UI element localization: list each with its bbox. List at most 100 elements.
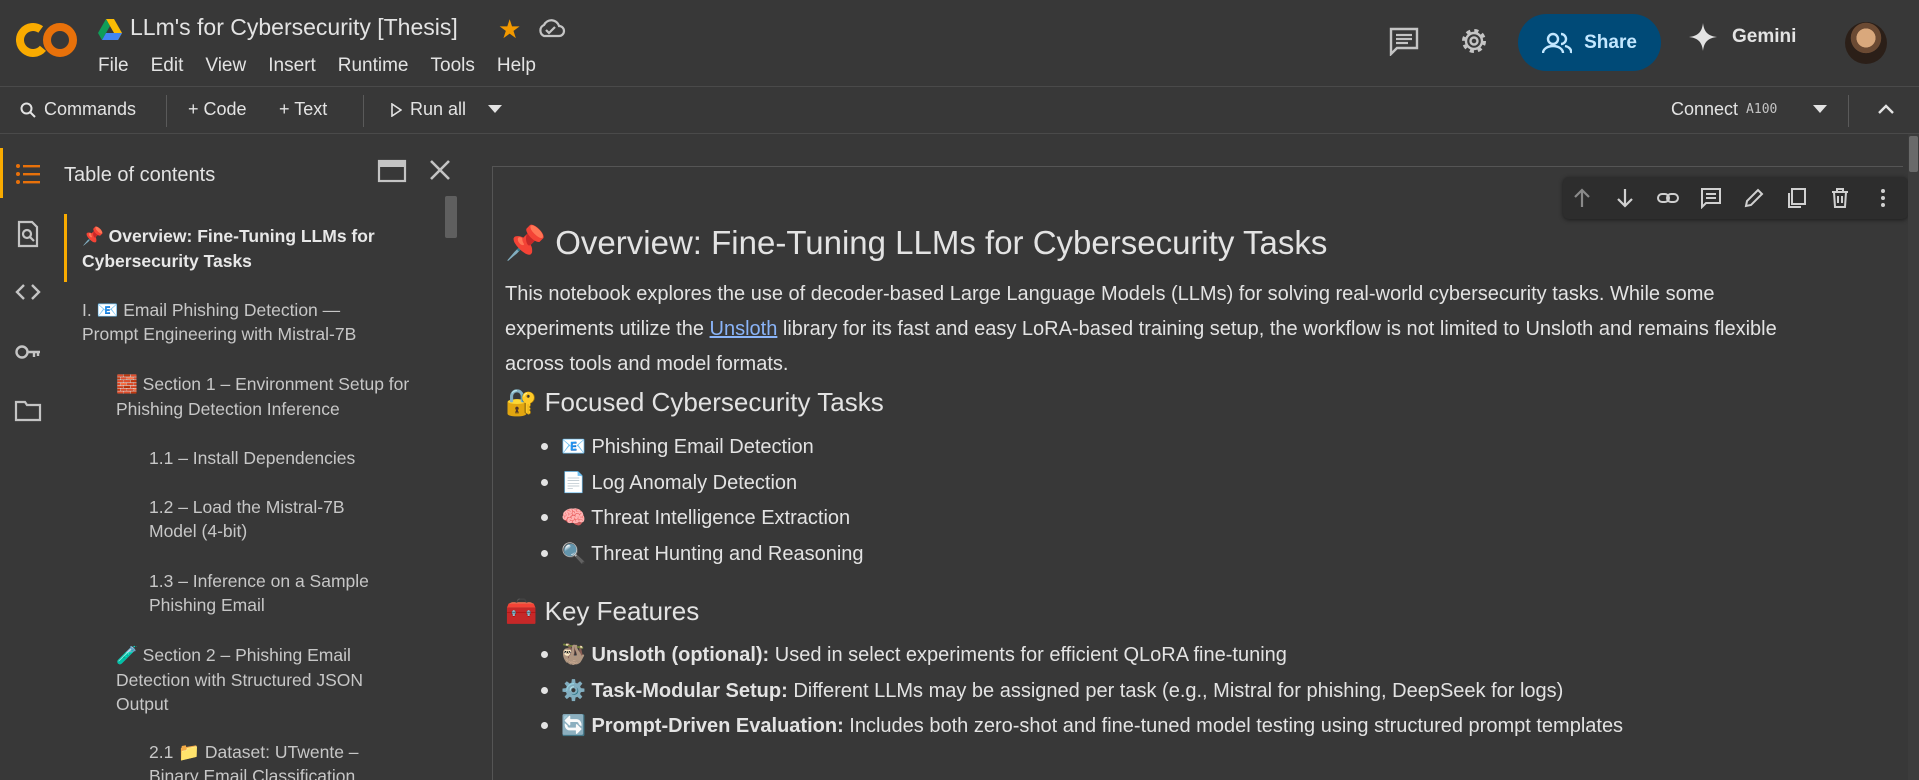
move-up-arrow-icon[interactable] xyxy=(1571,187,1593,209)
run-all-dropdown[interactable] xyxy=(488,105,502,114)
menu-edit[interactable]: Edit xyxy=(151,55,184,77)
collapse-header-button[interactable] xyxy=(1877,103,1895,115)
list-item: 📧 Phishing Email Detection xyxy=(541,429,864,465)
add-text-label: + Text xyxy=(279,99,328,119)
chevron-up-icon xyxy=(1878,104,1894,114)
menu-bar: File Edit View Insert Runtime Tools Help xyxy=(98,55,558,77)
list-item: 🔍 Threat Hunting and Reasoning xyxy=(541,536,864,572)
commands-label: Commands xyxy=(44,99,137,119)
toc-item-label: Section 2 – Phishing Email Detection wit… xyxy=(116,645,364,714)
toolbox-icon: 🧰 xyxy=(505,597,538,627)
toc-item-section-2[interactable]: 🧪 Section 2 – Phishing Email Detection w… xyxy=(116,643,396,716)
toolbar-divider xyxy=(166,95,167,127)
email-icon: 📧 xyxy=(561,434,586,458)
list-item: 📄 Log Anomaly Detection xyxy=(541,465,864,501)
connect-label: Connect xyxy=(1671,99,1739,119)
toc-item-label: 1.1 – Install Dependencies xyxy=(149,448,356,468)
cloud-saved-icon[interactable] xyxy=(536,16,566,40)
connect-button[interactable]: Connect A100 xyxy=(1671,99,1777,120)
move-down-arrow-icon[interactable] xyxy=(1614,187,1636,209)
list-item: 🦥 Unsloth (optional): Used in select exp… xyxy=(541,637,1623,673)
delete-trash-icon[interactable] xyxy=(1829,187,1851,209)
tasks-heading: 🔐 Focused Cybersecurity Tasks xyxy=(505,387,884,418)
feature-name: Prompt-Driven Evaluation: xyxy=(591,715,844,737)
refresh-icon: 🔄 xyxy=(561,713,586,737)
play-icon xyxy=(391,102,402,117)
menu-view[interactable]: View xyxy=(205,55,246,77)
notebook-title[interactable]: LLm's for Cybersecurity [Thesis] xyxy=(130,14,458,41)
colab-logo[interactable] xyxy=(16,18,78,62)
document-icon: 📄 xyxy=(561,469,586,494)
files-folder-icon[interactable] xyxy=(14,396,42,424)
toc-item-section-1[interactable]: 🧱 Section 1 – Environment Setup for Phis… xyxy=(116,372,416,421)
menu-runtime[interactable]: Runtime xyxy=(338,55,409,77)
pin-icon: 📌 xyxy=(505,223,547,262)
toc-item-email-phishing[interactable]: I. 📧 Email Phishing Detection — Prompt E… xyxy=(82,298,382,346)
magnifier-icon: 🔍 xyxy=(561,540,586,565)
edit-pencil-icon[interactable] xyxy=(1743,187,1765,209)
close-icon[interactable] xyxy=(426,156,454,184)
caret-down-icon xyxy=(488,105,502,113)
commands-button[interactable]: Commands xyxy=(20,99,136,120)
cell-heading: 📌 Overview: Fine-Tuning LLMs for Cyberse… xyxy=(505,223,1327,263)
menu-tools[interactable]: Tools xyxy=(431,55,475,77)
toc-item-label: Section 1 – Environment Setup for Phishi… xyxy=(116,374,410,419)
toc-item-label: 2.1 📁 Dataset: UTwente – Binary Email Cl… xyxy=(149,742,359,780)
notebook-main: 📌 Overview: Fine-Tuning LLMs for Cyberse… xyxy=(462,134,1919,780)
pin-icon: 📌 xyxy=(82,227,104,247)
list-item-text: Log Anomaly Detection xyxy=(591,471,798,494)
comment-icon[interactable] xyxy=(1700,187,1722,209)
rail-active-indicator xyxy=(0,148,3,198)
unsloth-link[interactable]: Unsloth xyxy=(710,318,778,340)
connect-dropdown[interactable] xyxy=(1813,105,1827,114)
toc-item-2-1[interactable]: 2.1 📁 Dataset: UTwente – Binary Email Cl… xyxy=(149,740,399,780)
side-rail xyxy=(0,134,54,780)
toc-item-overview[interactable]: 📌 Overview: Fine-Tuning LLMs for Cyberse… xyxy=(82,224,382,273)
settings-gear-icon[interactable] xyxy=(1458,25,1490,57)
share-button[interactable]: Share xyxy=(1518,14,1661,71)
menu-file[interactable]: File xyxy=(98,55,129,77)
toc-item-label: I. 📧 Email Phishing Detection — Prompt E… xyxy=(82,300,357,344)
markdown-cell[interactable]: 📌 Overview: Fine-Tuning LLMs for Cyberse… xyxy=(492,166,1908,780)
find-in-notebook-icon[interactable] xyxy=(14,220,42,248)
more-options-icon[interactable] xyxy=(1872,187,1894,209)
user-avatar[interactable] xyxy=(1845,22,1887,64)
star-icon[interactable]: ★ xyxy=(498,14,521,45)
open-in-tab-icon[interactable] xyxy=(377,158,407,184)
brick-icon: 🧱 xyxy=(116,375,138,395)
toc-item-1-2[interactable]: 1.2 – Load the Mistral-7B Model (4-bit) xyxy=(149,495,389,543)
feature-description: Includes both zero-shot and fine-tuned m… xyxy=(843,715,1624,737)
list-item-text: Threat Intelligence Extraction xyxy=(591,507,851,529)
toolbar-divider xyxy=(1848,95,1849,127)
mirror-cell-icon[interactable] xyxy=(1786,187,1808,209)
gemini-button[interactable]: Gemini xyxy=(1688,22,1796,52)
intro-paragraph: This notebook explores the use of decode… xyxy=(505,277,1815,382)
google-drive-icon[interactable] xyxy=(98,19,122,41)
link-icon[interactable] xyxy=(1657,187,1679,209)
table-of-contents-icon[interactable] xyxy=(14,160,42,188)
toc-item-1-3[interactable]: 1.3 – Inference on a Sample Phishing Ema… xyxy=(149,569,399,617)
add-text-button[interactable]: + Text xyxy=(279,99,327,120)
list-item: ⚙️ Task-Modular Setup: Different LLMs ma… xyxy=(541,673,1623,709)
share-label: Share xyxy=(1584,31,1637,53)
tasks-heading-text: Focused Cybersecurity Tasks xyxy=(544,387,884,417)
notebook-toolbar: Commands + Code + Text Run all Connect A… xyxy=(0,86,1919,134)
feature-description: Different LLMs may be assigned per task … xyxy=(787,679,1564,702)
add-code-button[interactable]: + Code xyxy=(188,99,247,120)
sloth-icon: 🦥 xyxy=(561,642,586,666)
toc-scrollbar[interactable] xyxy=(445,196,457,238)
main-scrollbar-track[interactable] xyxy=(1908,134,1919,780)
menu-insert[interactable]: Insert xyxy=(268,55,316,77)
cell-action-toolbar xyxy=(1563,177,1908,219)
people-icon xyxy=(1542,32,1573,53)
toc-item-label: Overview: Fine-Tuning LLMs for Cybersecu… xyxy=(82,226,375,271)
code-snippets-icon[interactable] xyxy=(14,278,42,306)
menu-help[interactable]: Help xyxy=(497,55,536,77)
secrets-key-icon[interactable] xyxy=(14,338,42,366)
run-all-button[interactable]: Run all xyxy=(390,99,466,120)
toc-item-1-1[interactable]: 1.1 – Install Dependencies xyxy=(149,446,449,470)
toc-item-label: 1.3 – Inference on a Sample Phishing Ema… xyxy=(149,571,369,615)
toc-active-indicator xyxy=(64,214,67,282)
main-scrollbar-thumb[interactable] xyxy=(1909,136,1918,172)
comments-icon[interactable] xyxy=(1388,26,1420,56)
